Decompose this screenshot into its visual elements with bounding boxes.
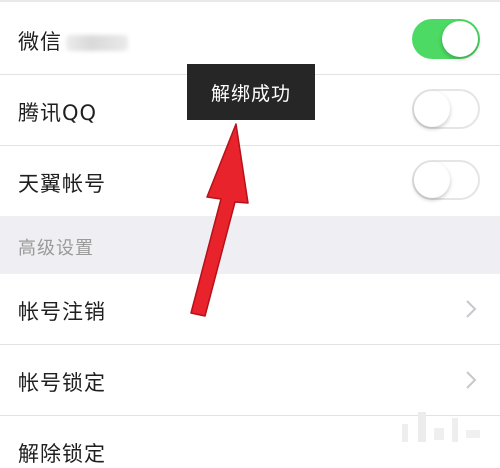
watermark (402, 412, 480, 442)
section-header-advanced: 高级设置 (0, 216, 500, 274)
section-title: 高级设置 (18, 238, 94, 259)
account-cancel-label: 帐号注销 (18, 300, 106, 324)
blurred-nickname (66, 35, 128, 51)
chevron-right-icon (466, 371, 477, 389)
toast-message: 解绑成功 (210, 82, 291, 105)
row-tianyi[interactable]: 天翼帐号 (0, 146, 500, 216)
wechat-label: 微信 (18, 26, 128, 56)
row-account-cancel[interactable]: 帐号注销 (0, 274, 500, 344)
chevron-right-icon (466, 300, 477, 318)
qq-toggle[interactable] (412, 89, 480, 129)
toggle-knob (442, 21, 478, 57)
account-lock-label: 帐号锁定 (18, 371, 106, 395)
wechat-toggle[interactable] (412, 19, 480, 59)
toast-unbind-success: 解绑成功 (187, 64, 315, 120)
toggle-knob (414, 162, 450, 198)
tianyi-label: 天翼帐号 (18, 172, 106, 196)
unlock-label: 解除锁定 (18, 442, 106, 466)
toggle-knob (414, 91, 450, 127)
qq-label: 腾讯QQ (18, 101, 98, 125)
tianyi-toggle[interactable] (412, 160, 480, 200)
